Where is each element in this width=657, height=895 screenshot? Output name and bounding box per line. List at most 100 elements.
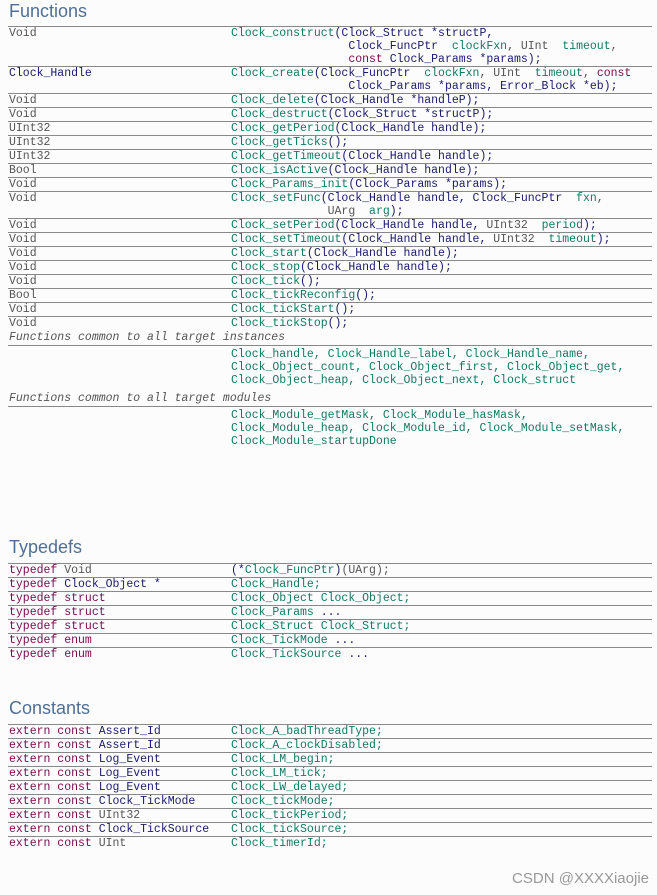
signature-line: Clock_setFunc(Clock_Handle handle, Clock… <box>231 192 652 205</box>
code-token: (); <box>355 289 376 302</box>
function-link[interactable]: Clock_setFunc <box>231 192 321 205</box>
signature-line: Clock_stop(Clock_Handle handle); <box>231 261 652 274</box>
function-row: Void Clock_delete(Clock_Handle *handleP); <box>8 93 652 107</box>
code-token: , UInt <box>507 40 563 53</box>
function-link[interactable]: Clock_getTicks <box>231 136 328 149</box>
constant-link[interactable]: Clock_tickPeriod; <box>231 809 652 822</box>
code-token: (Clock_Struct *structP, <box>334 27 494 40</box>
constant-link[interactable]: Clock_LW_delayed; <box>231 781 652 794</box>
return-type-cell: Void <box>8 275 231 288</box>
function-link[interactable]: Clock_tick <box>231 275 300 288</box>
signature-cell: Clock_delete(Clock_Handle *handleP); <box>231 94 652 107</box>
typedef-type-cell: typedef struct <box>8 606 231 619</box>
function-link[interactable]: Clock_FuncPtr <box>245 564 335 577</box>
function-link[interactable]: Clock_stop <box>231 261 300 274</box>
function-link[interactable]: Clock_delete <box>231 94 314 107</box>
function-link-list[interactable]: Clock_handle, Clock_Handle_label, Clock_… <box>231 348 652 361</box>
type-name: Assert_Id <box>98 725 161 738</box>
type-name: enum <box>64 648 92 661</box>
function-link[interactable]: Clock_Object Clock_Object; <box>231 592 410 605</box>
function-link[interactable]: Clock_TickMode <box>231 634 328 647</box>
function-row: Void Clock_start(Clock_Handle handle); <box>8 246 652 260</box>
code-token: ... <box>327 634 356 647</box>
function-link[interactable]: Clock_getPeriod <box>231 122 335 135</box>
function-link-list[interactable]: Clock_Object_heap, Clock_Object_next, Cl… <box>231 374 652 387</box>
function-link[interactable]: Clock_create <box>231 67 314 80</box>
return-type-cell: Void <box>8 261 231 274</box>
function-row: Bool Clock_tickReconfig(); <box>8 288 652 302</box>
function-link[interactable]: Clock_TickSource <box>231 648 341 661</box>
code-token: ); <box>389 205 404 218</box>
constant-link[interactable]: Clock_LM_tick; <box>231 767 652 780</box>
constant-link[interactable]: Clock_tickSource; <box>231 823 652 836</box>
constant-link[interactable]: Clock_A_badThreadType; <box>231 725 652 738</box>
constant-link[interactable]: Clock_LM_begin; <box>231 753 652 766</box>
code-token: ... <box>341 648 370 661</box>
code-token: UInt32 <box>486 219 542 232</box>
signature-cell: Clock_tick(); <box>231 275 652 288</box>
signature-cell: Clock_construct(Clock_Struct *structP, C… <box>231 27 652 66</box>
keyword: typedef <box>9 648 65 661</box>
function-link-list[interactable]: Clock_Module_heap, Clock_Module_id, Cloc… <box>231 422 652 435</box>
function-link[interactable]: Clock_construct <box>231 27 335 40</box>
code-token: Clock_FuncPtr <box>348 40 452 53</box>
return-type: Void <box>9 94 37 107</box>
function-link[interactable]: Clock_Params_init <box>231 178 348 191</box>
function-link-list[interactable]: Clock_Object_count, Clock_Object_first, … <box>231 361 652 374</box>
typedef-rhs: Clock_Params ... <box>231 606 652 619</box>
function-link-list[interactable]: Clock_Module_getMask, Clock_Module_hasMa… <box>231 409 652 422</box>
function-link[interactable]: Clock_isActive <box>231 164 328 177</box>
function-link[interactable]: Clock_Struct Clock_Struct; <box>231 620 410 633</box>
code-token: (Clock_Handle handle); <box>341 150 494 163</box>
code-token: clockFxn <box>424 67 480 80</box>
code-token: (Clock_Handle *handleP); <box>313 94 480 107</box>
typedef-rhs: Clock_TickMode ... <box>231 634 652 647</box>
type-name: Clock_Object * <box>64 578 161 591</box>
signature-cell: Clock_destruct(Clock_Struct *structP); <box>231 108 652 121</box>
constant-link[interactable]: Clock_timerId; <box>231 837 652 850</box>
constant-line: extern const Assert_Id <box>9 725 231 738</box>
return-type: Void <box>9 219 37 232</box>
signature-cell: Clock_isActive(Clock_Handle handle); <box>231 164 652 177</box>
function-row: Void Clock_stop(Clock_Handle handle); <box>8 260 652 274</box>
type-name: struct <box>64 606 106 619</box>
constant-type-cell: extern const UInt <box>8 837 231 850</box>
signature-cell: Clock_Params_init(Clock_Params *params); <box>231 178 652 191</box>
group-list: Clock_handle, Clock_Handle_label, Clock_… <box>231 346 652 391</box>
return-type-cell: Void <box>8 317 231 330</box>
constant-type-cell: extern const Assert_Id <box>8 725 231 738</box>
code-token: , <box>610 40 618 53</box>
typedef-name-cell: (*Clock_FuncPtr)(UArg); <box>231 564 652 577</box>
signature-line: Clock_tickStop(); <box>231 317 652 330</box>
function-link[interactable]: Clock_setPeriod <box>231 219 335 232</box>
function-link[interactable]: Clock_tickStart <box>231 303 335 316</box>
function-link[interactable]: Clock_start <box>231 247 307 260</box>
typedef-row: typedef Clock_Object * Clock_Handle; <box>8 577 652 591</box>
return-type: Void <box>9 261 37 274</box>
return-type: Void <box>9 192 37 205</box>
constant-row: extern const Clock_TickSource Clock_tickS… <box>8 822 652 836</box>
function-link[interactable]: Clock_Params <box>231 606 314 619</box>
constant-link[interactable]: Clock_A_clockDisabled; <box>231 739 652 752</box>
function-link-list[interactable]: Clock_Module_startupDone <box>231 435 652 448</box>
constant-type-cell: extern const Log_Event <box>8 767 231 780</box>
constant-line: extern const Log_Event <box>9 767 231 780</box>
function-link[interactable]: Clock_Handle; <box>231 578 321 591</box>
function-link[interactable]: Clock_destruct <box>231 108 328 121</box>
constant-row: extern const Log_Event Clock_LM_begin; <box>8 752 652 766</box>
signature-line: Clock_destruct(Clock_Struct *structP); <box>231 108 652 121</box>
function-link[interactable]: Clock_tickReconfig <box>231 289 355 302</box>
code-token: ... <box>313 606 342 619</box>
constant-link[interactable]: Clock_tickMode; <box>231 795 652 808</box>
function-link[interactable]: Clock_getTimeout <box>231 150 341 163</box>
return-type-cell: UInt32 <box>8 122 231 135</box>
return-type-cell: UInt32 <box>8 136 231 149</box>
function-link[interactable]: Clock_tickStop <box>231 317 328 330</box>
constant-name-cell: Clock_timerId; <box>231 837 652 850</box>
function-link[interactable]: Clock_setTimeout <box>231 233 341 246</box>
code-token: (Clock_Handle handle); <box>300 261 452 274</box>
function-row: UInt32 Clock_getTimeout(Clock_Handle hand… <box>8 149 652 163</box>
code-token: UArg <box>327 205 370 218</box>
